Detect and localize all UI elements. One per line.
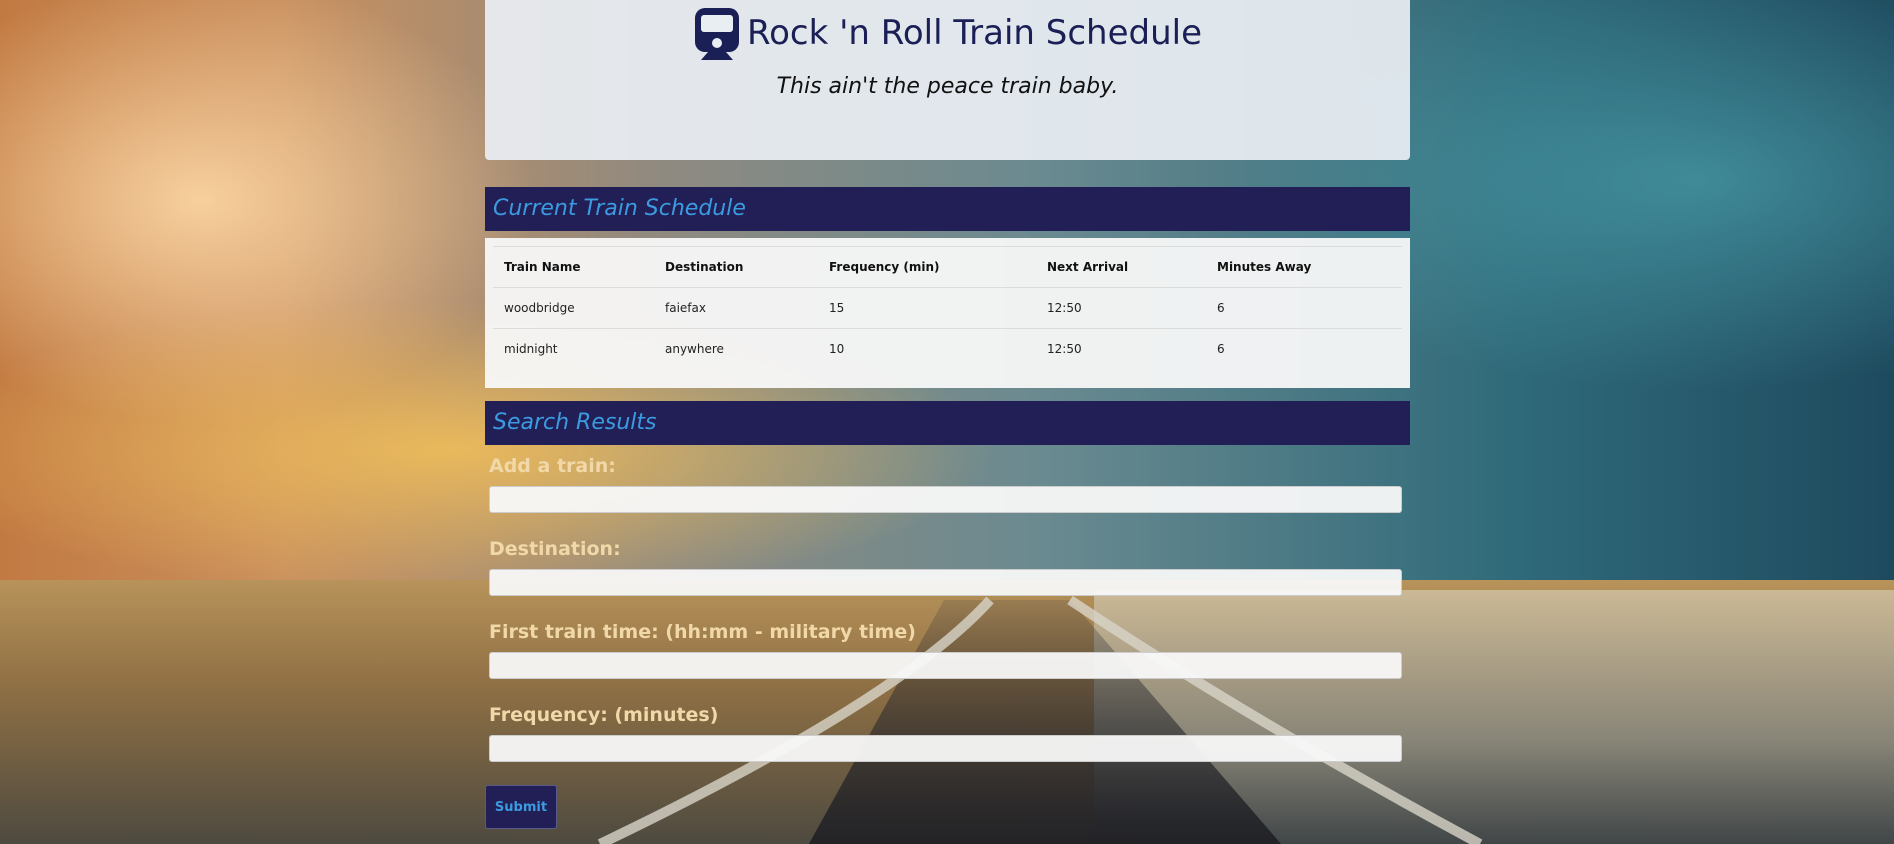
first-train-time-label: First train time: (hh:mm - military time… <box>489 621 916 643</box>
destination-input[interactable] <box>489 569 1402 596</box>
form-heading-text: Search Results <box>493 410 657 435</box>
schedule-panel-heading: Current Train Schedule <box>485 187 1410 231</box>
train-name-input[interactable] <box>489 486 1402 513</box>
destination-label: Destination: <box>489 538 621 560</box>
cell-train-name: woodbridge <box>493 287 654 329</box>
cell-frequency: 15 <box>818 287 1036 329</box>
schedule-panel: Train Name Destination Frequency (min) N… <box>485 238 1410 388</box>
cell-next-arrival: 12:50 <box>1036 287 1206 329</box>
page-title: Rock 'n Roll Train Schedule <box>746 13 1202 53</box>
frequency-label: Frequency: (minutes) <box>489 704 719 726</box>
frequency-input[interactable] <box>489 735 1402 762</box>
schedule-table: Train Name Destination Frequency (min) N… <box>493 246 1402 369</box>
column-header-next-arrival: Next Arrival <box>1036 246 1206 288</box>
cell-train-name: midnight <box>493 328 654 369</box>
cell-destination: anywhere <box>654 328 818 369</box>
train-icon <box>694 8 739 60</box>
submit-button[interactable]: Submit <box>485 785 557 829</box>
column-header-destination: Destination <box>654 246 818 288</box>
table-row: midnight anywhere 10 12:50 6 <box>493 328 1402 369</box>
column-header-frequency: Frequency (min) <box>818 246 1036 288</box>
header-jumbotron: Rock 'n Roll Train Schedule This ain't t… <box>485 0 1410 160</box>
schedule-heading-text: Current Train Schedule <box>493 196 746 221</box>
cell-minutes-away: 6 <box>1206 328 1402 369</box>
first-train-time-input[interactable] <box>489 652 1402 679</box>
column-header-minutes-away: Minutes Away <box>1206 246 1402 288</box>
cell-frequency: 10 <box>818 328 1036 369</box>
form-panel-heading: Search Results <box>485 401 1410 445</box>
page-subtitle: This ain't the peace train baby. <box>776 74 1119 99</box>
column-header-train-name: Train Name <box>493 246 654 288</box>
table-header-row: Train Name Destination Frequency (min) N… <box>493 246 1402 288</box>
cell-destination: faiefax <box>654 287 818 329</box>
cell-minutes-away: 6 <box>1206 287 1402 329</box>
table-row: woodbridge faiefax 15 12:50 6 <box>493 287 1402 329</box>
cell-next-arrival: 12:50 <box>1036 328 1206 369</box>
train-name-label: Add a train: <box>489 455 616 477</box>
